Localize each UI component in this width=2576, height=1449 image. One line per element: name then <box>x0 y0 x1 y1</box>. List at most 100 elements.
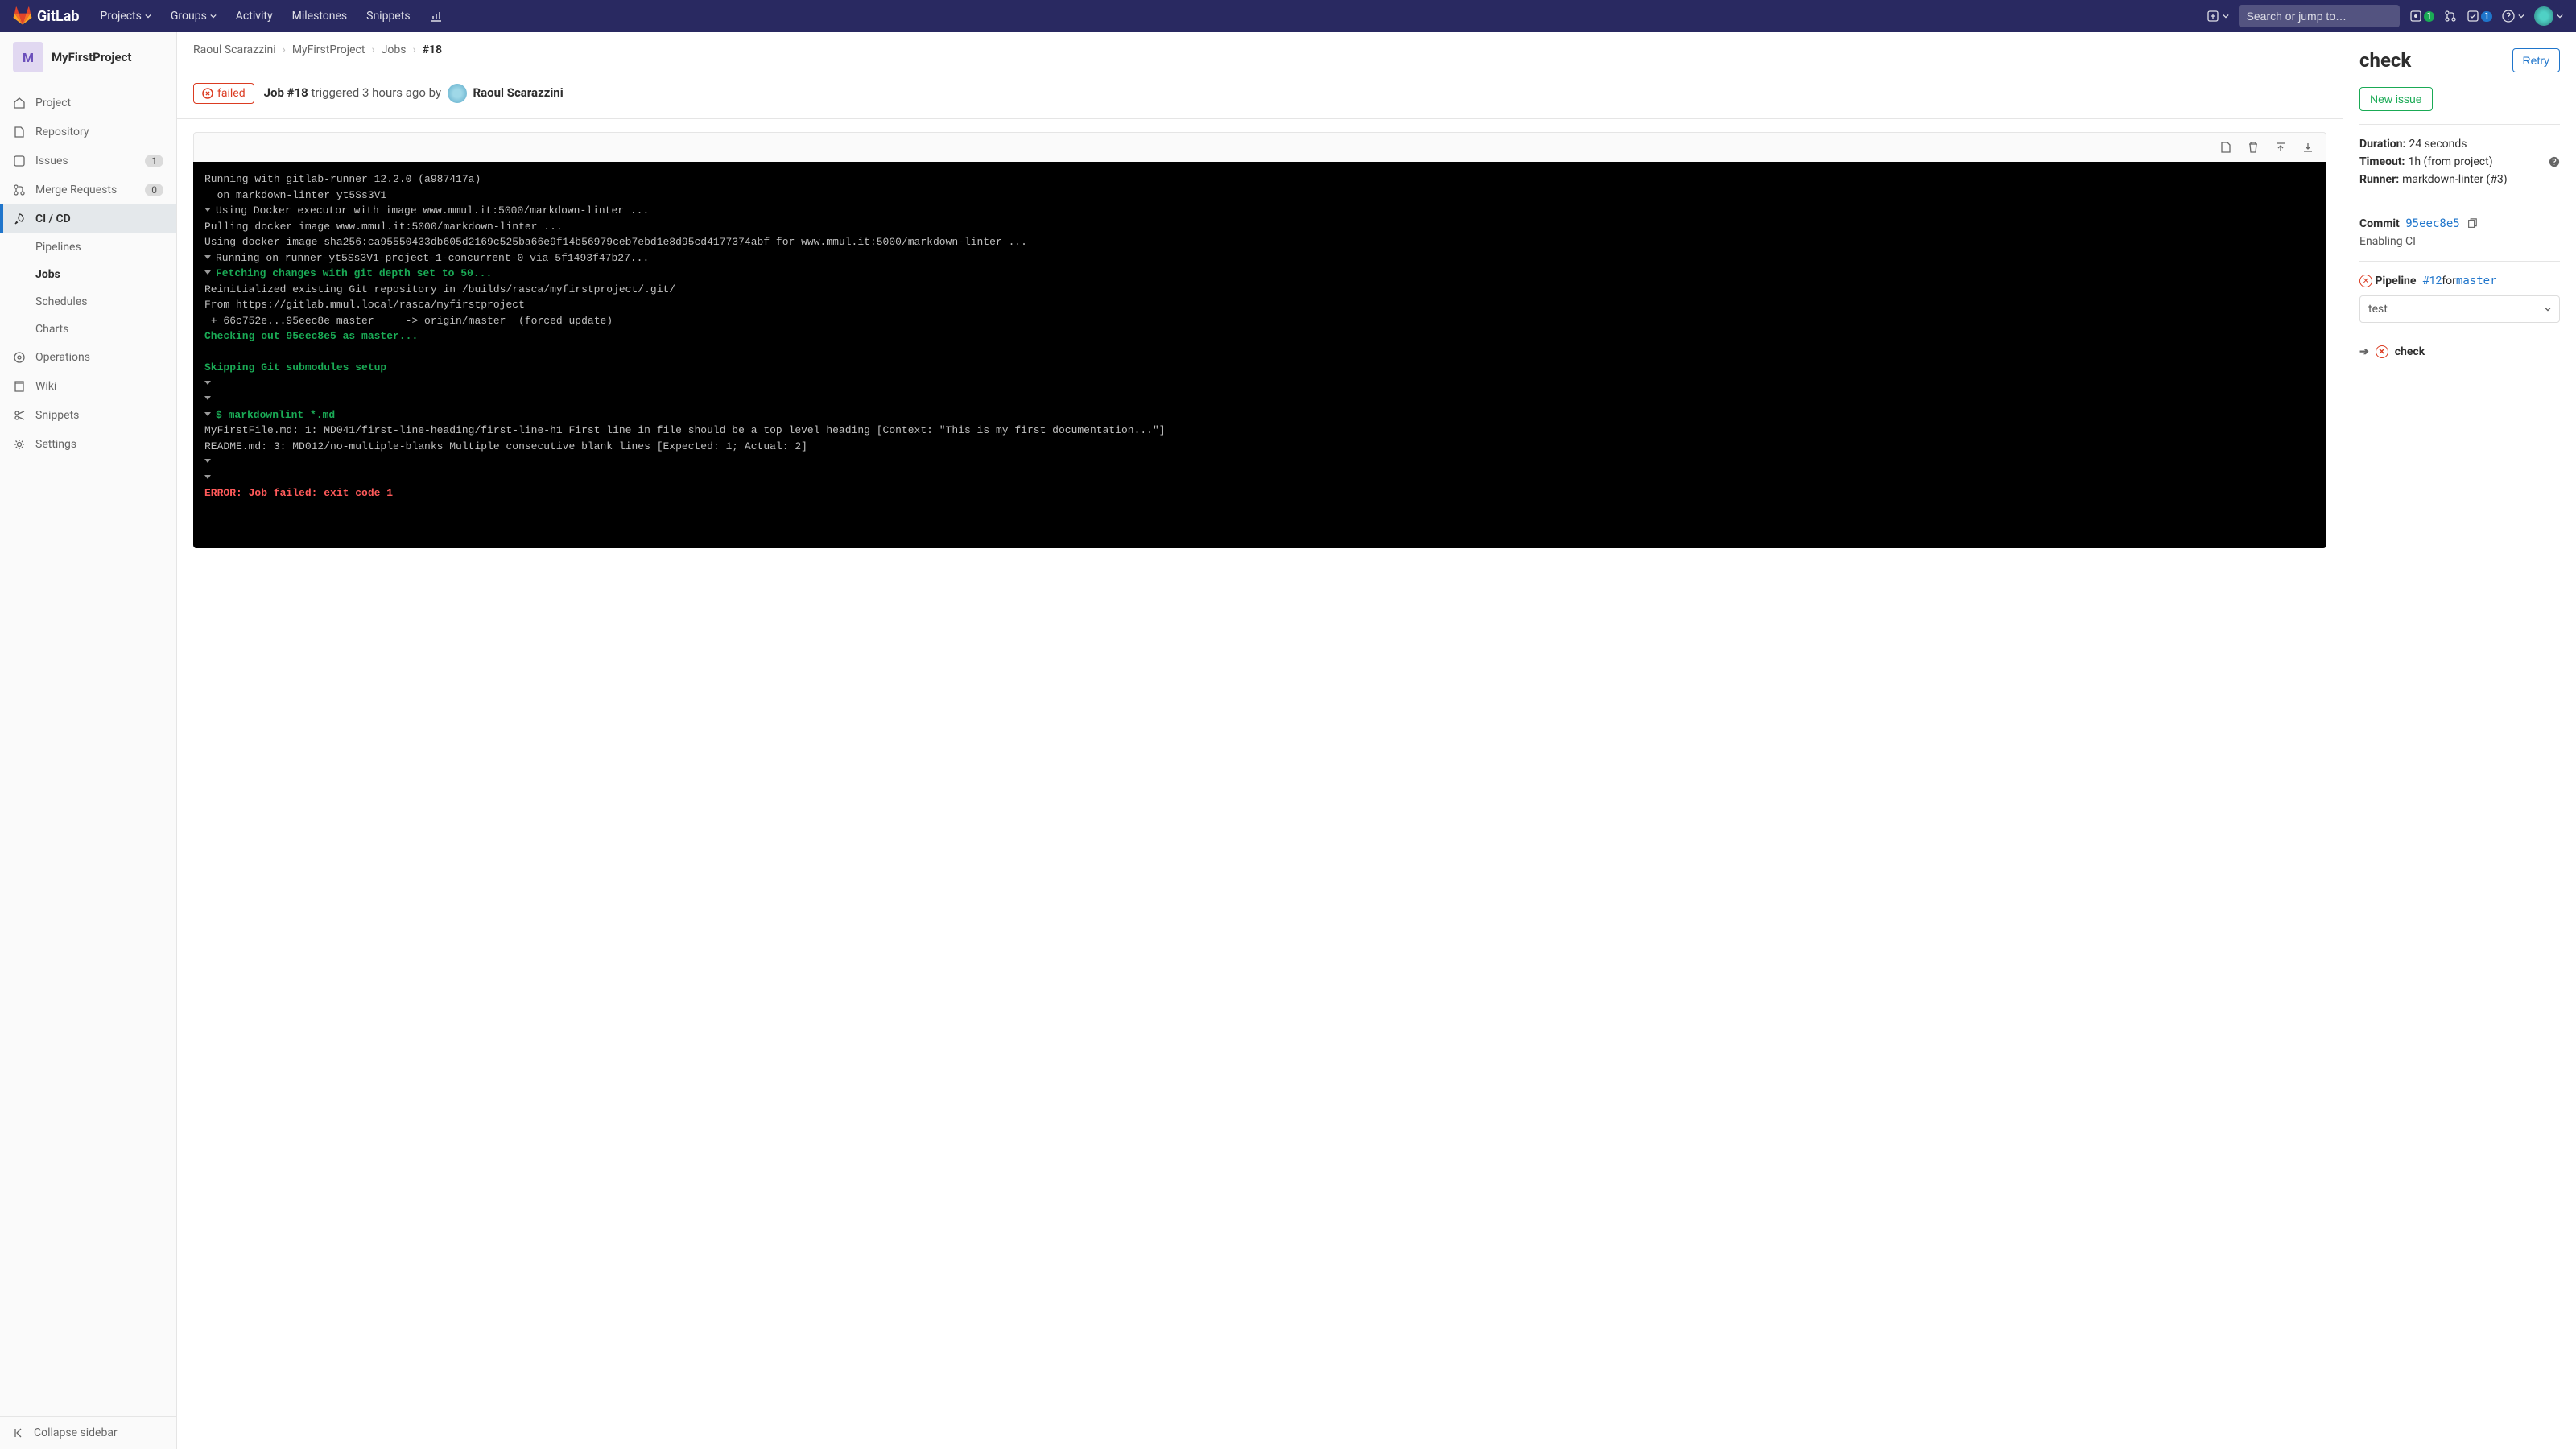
rocket-icon <box>13 213 26 225</box>
sidebar-subitem-schedules[interactable]: Schedules <box>0 288 176 316</box>
caret-icon[interactable] <box>204 381 211 385</box>
search-input[interactable] <box>2247 10 2392 23</box>
scroll-bottom-button[interactable] <box>2298 138 2318 157</box>
nav-issues-counter[interactable]: 1 <box>2409 10 2435 23</box>
sidebar-item-wiki[interactable]: Wiki <box>0 372 176 401</box>
breadcrumb-owner[interactable]: Raoul Scarazzini <box>193 43 276 56</box>
sidebar-item-operations[interactable]: Operations <box>0 343 176 372</box>
sidebar-label: Snippets <box>35 409 79 422</box>
log-line: Pulling docker image www.mmul.it:5000/ma… <box>204 219 2315 235</box>
breadcrumb-sep: › <box>283 43 286 56</box>
log-line <box>204 454 2315 470</box>
scissors-icon <box>13 409 26 422</box>
chevron-down-icon <box>2545 306 2551 312</box>
nav-analytics[interactable] <box>422 0 451 32</box>
nav-merge-requests[interactable] <box>2444 10 2457 23</box>
nav-groups[interactable]: Groups <box>163 0 225 32</box>
commit-sha-link[interactable]: 95eec8e5 <box>2405 217 2459 230</box>
pipeline-row: ✕ Pipeline #12 for master <box>2359 275 2560 287</box>
pipeline-job-name: check <box>2395 345 2425 358</box>
nav-plus[interactable] <box>2207 10 2229 23</box>
home-icon <box>13 97 26 109</box>
nav-user-menu[interactable] <box>2534 6 2563 26</box>
job-triggered-text: triggered 3 hours ago by <box>308 85 444 100</box>
erase-log-button[interactable] <box>2244 138 2263 157</box>
nav-projects-label: Projects <box>101 10 142 23</box>
runner-label: Runner: <box>2359 173 2399 186</box>
caret-icon[interactable] <box>204 208 211 212</box>
chevron-down-icon <box>2223 13 2229 19</box>
caret-icon[interactable] <box>204 270 211 275</box>
gitlab-logo[interactable]: GitLab <box>13 6 80 26</box>
job-name-title: check <box>2359 49 2411 72</box>
mr-count-badge: 0 <box>145 184 163 196</box>
caret-icon[interactable] <box>204 255 211 259</box>
sidebar-item-snippets[interactable]: Snippets <box>0 401 176 430</box>
copy-icon <box>2467 218 2478 229</box>
sidebar-label: Issues <box>35 155 68 167</box>
triggerer-name[interactable]: Raoul Scarazzini <box>473 85 564 100</box>
job-status-fail-icon: ✕ <box>2376 345 2388 358</box>
caret-icon[interactable] <box>204 475 211 479</box>
new-issue-button[interactable]: New issue <box>2359 87 2433 111</box>
arrow-right-icon: ➔ <box>2359 345 2369 358</box>
nav-activity[interactable]: Activity <box>228 0 281 32</box>
chevron-down-icon <box>2557 13 2563 19</box>
pipeline-ref-link[interactable]: master <box>2456 275 2497 287</box>
log-line: on markdown-linter yt5Ss3V1 <box>204 188 2315 204</box>
sidebar-subitem-charts[interactable]: Charts <box>0 316 176 343</box>
pipeline-status-fail-icon: ✕ <box>2359 275 2372 287</box>
user-avatar-icon <box>2534 6 2553 26</box>
sidebar-subitem-jobs[interactable]: Jobs <box>0 261 176 288</box>
collapse-icon <box>13 1426 26 1439</box>
timeout-row: Timeout:1h (from project) <box>2359 155 2560 168</box>
job-log-terminal[interactable]: Running with gitlab-runner 12.2.0 (a9874… <box>193 162 2326 548</box>
sidebar-subitem-pipelines[interactable]: Pipelines <box>0 233 176 261</box>
nav-milestones[interactable]: Milestones <box>284 0 356 32</box>
log-line: + 66c752e...95eec8e master -> origin/mas… <box>204 313 2315 329</box>
status-text: failed <box>217 87 246 100</box>
sidebar-item-issues[interactable]: Issues1 <box>0 147 176 175</box>
issues-icon <box>13 155 26 167</box>
nav-snippets[interactable]: Snippets <box>358 0 418 32</box>
breadcrumb-jobs[interactable]: Jobs <box>382 43 407 56</box>
caret-icon[interactable] <box>204 412 211 416</box>
stage-select[interactable]: test <box>2359 295 2560 323</box>
scroll-top-button[interactable] <box>2271 138 2290 157</box>
log-line: MyFirstFile.md: 1: MD041/first-line-head… <box>204 423 2315 439</box>
rp-meta-section: Duration:24 seconds Timeout:1h (from pro… <box>2359 124 2560 204</box>
help-icon[interactable] <box>2549 156 2560 167</box>
retry-button[interactable]: Retry <box>2512 48 2560 72</box>
sidebar-label: Repository <box>35 126 89 138</box>
log-line <box>204 345 2315 361</box>
scroll-top-icon <box>2274 141 2287 154</box>
nav-help[interactable] <box>2502 10 2524 23</box>
caret-icon[interactable] <box>204 396 211 400</box>
pipeline-job-row[interactable]: ➔ ✕ check <box>2359 336 2560 368</box>
nav-todos[interactable]: 1 <box>2467 10 2492 23</box>
collapse-sidebar[interactable]: Collapse sidebar <box>0 1416 176 1449</box>
nav-milestones-label: Milestones <box>292 10 348 23</box>
log-line: $ markdownlint *.md <box>204 407 2315 423</box>
sidebar-item-project[interactable]: Project <box>0 89 176 118</box>
breadcrumb-project[interactable]: MyFirstProject <box>292 43 365 56</box>
top-navbar: GitLab Projects Groups Activity Mileston… <box>0 0 2576 32</box>
pipeline-for-text: for <box>2442 275 2456 287</box>
caret-icon[interactable] <box>204 459 211 463</box>
nav-groups-label: Groups <box>171 10 207 23</box>
sidebar-project-header[interactable]: M MyFirstProject <box>0 32 176 82</box>
sidebar-item-cicd[interactable]: CI / CD <box>0 204 176 233</box>
sidebar-item-merge-requests[interactable]: Merge Requests0 <box>0 175 176 204</box>
timeout-label: Timeout: <box>2359 155 2405 168</box>
search-box[interactable] <box>2239 5 2400 27</box>
duration-row: Duration:24 seconds <box>2359 138 2560 151</box>
sidebar-item-settings[interactable]: Settings <box>0 430 176 459</box>
raw-log-button[interactable] <box>2216 138 2235 157</box>
copy-sha-button[interactable] <box>2467 218 2478 229</box>
sidebar-nav: Project Repository Issues1 Merge Request… <box>0 82 176 1416</box>
sidebar-item-repository[interactable]: Repository <box>0 118 176 147</box>
sidebar-label: Settings <box>35 438 76 451</box>
gear-icon <box>13 438 26 451</box>
pipeline-id-link[interactable]: #12 <box>2422 275 2442 287</box>
nav-projects[interactable]: Projects <box>93 0 159 32</box>
